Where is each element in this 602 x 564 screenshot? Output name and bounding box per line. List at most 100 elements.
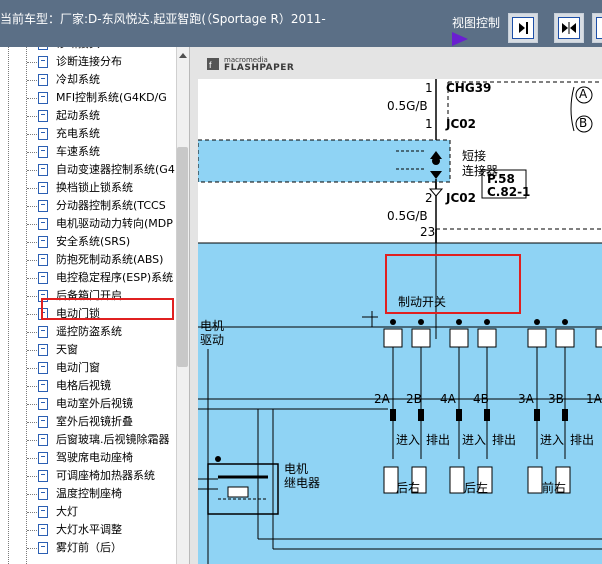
tree-connector (27, 458, 37, 459)
sidebar-item[interactable]: 分动器控制系统(TCCS (0, 197, 176, 215)
sidebar-item[interactable]: 充电系统 (0, 125, 176, 143)
sidebar-item-label: 电格后视镜 (56, 379, 111, 392)
sidebar-item-label: 自动变速器控制系统(G4 (56, 163, 175, 176)
connector-jc02-top: JC02 (446, 117, 476, 131)
wire-top: 0.5G/B (387, 99, 428, 113)
flashpaper-logo-icon: f (207, 58, 219, 70)
sidebar-item-label: 电动室外后视镜 (56, 397, 133, 410)
document-icon (38, 47, 48, 50)
sidebar-item[interactable]: 自动变速器控制系统(G4 (0, 161, 176, 179)
sidebar-item-label: 诊断连接分布 (56, 55, 122, 68)
sidebar-item[interactable]: 防抱死制动系统(ABS) (0, 251, 176, 269)
sidebar-item[interactable]: 可调座椅加热器系统 (0, 467, 176, 485)
sidebar-item[interactable]: 电动门窗 (0, 359, 176, 377)
sidebar-item[interactable]: MFI控制系统(G4KD/G (0, 89, 176, 107)
io-label: 排出 (570, 433, 595, 447)
sidebar-item[interactable]: 安全系统(SRS) (0, 233, 176, 251)
scroll-thumb[interactable] (177, 147, 188, 367)
document-icon (38, 218, 48, 230)
document-icon (38, 488, 48, 500)
document-icon (38, 164, 48, 176)
tree-connector (27, 494, 37, 495)
tree-connector (27, 206, 37, 207)
document-icon (38, 470, 48, 482)
sidebar-item-label: 雾灯前（后） (56, 541, 122, 554)
pin-label: 3A (518, 392, 534, 406)
wheel-label: 后左 (464, 481, 489, 495)
flashpaper-viewer: f macromedia FLASHPAPER CHG39 1 0.5G/B 1… (190, 47, 602, 564)
sidebar-item[interactable]: 电机驱动动力转向(MDP (0, 215, 176, 233)
sidebar-item[interactable]: 后窗玻璃.后视镜除霜器 (0, 431, 176, 449)
io-label: 排出 (492, 433, 517, 447)
pin-label: 4B (473, 392, 489, 406)
io-label: 进入 (462, 433, 487, 447)
document-icon (38, 434, 48, 446)
tree-connector (27, 260, 37, 261)
sidebar-item-label: MFI控制系统(G4KD/G (56, 91, 167, 104)
sidebar-item-label: 冷却系统 (56, 73, 100, 86)
document-icon (38, 344, 48, 356)
sidebar-item[interactable]: 起动系统 (0, 107, 176, 125)
model-tree-sidebar: 诊断接头诊断连接分布冷却系统 MFI控制系统(G4KD/G 起动系统充电系统车速系统… (0, 47, 190, 564)
connector-jc02-bottom: JC02 (446, 191, 476, 205)
document-icon (38, 200, 48, 212)
arrow-right-bar-icon (512, 17, 534, 39)
tree-connector (27, 224, 37, 225)
document-icon (38, 506, 48, 518)
sidebar-item[interactable]: 大灯水平调整 (0, 521, 176, 539)
tree-connector (27, 170, 37, 171)
document-icon (38, 398, 48, 410)
document-icon (38, 128, 48, 140)
sidebar-item[interactable]: 温度控制座椅 (0, 485, 176, 503)
tree-connector (27, 422, 37, 423)
sidebar-item[interactable]: 换档锁止锁系统 (0, 179, 176, 197)
sidebar-item[interactable]: 雾灯前（后） (0, 539, 176, 557)
sidebar-item[interactable]: 驾驶席电动座椅 (0, 449, 176, 467)
sidebar-item-label: 大灯 (56, 505, 78, 518)
fit-page-button[interactable] (592, 13, 602, 43)
sidebar-item[interactable]: 电格后视镜 (0, 377, 176, 395)
sidebar-item[interactable]: 诊断连接分布 (0, 53, 176, 71)
sidebar-item-label: 室外后视镜折叠 (56, 415, 133, 428)
scroll-up-arrow-icon[interactable] (179, 53, 187, 58)
brake-switch-label[interactable]: 制动开关 (398, 293, 446, 310)
sidebar-item[interactable]: 冷却系统 (0, 71, 176, 89)
view-control-arrow-icon[interactable] (452, 32, 468, 46)
fit-width-button[interactable] (554, 13, 584, 43)
document-icon (38, 362, 48, 374)
tree-connector (27, 242, 37, 243)
sidebar-item-label: 后窗玻璃.后视镜除霜器 (56, 433, 170, 446)
next-page-button[interactable] (508, 13, 538, 43)
sidebar-item-label: 天窗 (56, 343, 78, 356)
arrows-outward-icon (596, 17, 602, 39)
brand-main: FLASHPAPER (224, 63, 295, 73)
document-icon (38, 524, 48, 536)
sidebar-item[interactable]: 车速系统 (0, 143, 176, 161)
document-icon (38, 236, 48, 248)
document-icon (38, 380, 48, 392)
pin-label: 4A (440, 392, 456, 406)
pin-jc02-bottom: 2 (425, 191, 433, 205)
sidebar-item-label: 车速系统 (56, 145, 100, 158)
sidebar-item[interactable]: 大灯 (0, 503, 176, 521)
sidebar-item-label: 充电系统 (56, 127, 100, 140)
sidebar-item[interactable]: 电动室外后视镜 (0, 395, 176, 413)
sidebar-item[interactable]: 天窗 (0, 341, 176, 359)
sidebar-item-label: 大灯水平调整 (56, 523, 122, 536)
tree-connector (27, 296, 37, 297)
document-icon (38, 56, 48, 68)
tree-connector (27, 404, 37, 405)
motor-relay-label: 电机 继电器 (284, 462, 321, 490)
sidebar-item-label: 驾驶席电动座椅 (56, 451, 133, 464)
sidebar-item[interactable]: 室外后视镜折叠 (0, 413, 176, 431)
sidebar-item-label: 电机驱动动力转向(MDP (56, 217, 173, 230)
tree-connector (27, 62, 37, 63)
ref-code: C.82-1 (487, 185, 531, 199)
top-bar: 当前车型：厂家:D-东风悦达.起亚智跑(（Sportage R）2011- 视图… (0, 0, 602, 47)
vehicle-model-title: 当前车型：厂家:D-东风悦达.起亚智跑(（Sportage R）2011- (0, 12, 326, 26)
tree-connector (27, 548, 37, 549)
pin-label: 2A (374, 392, 390, 406)
sidebar-item[interactable]: 遥控防盗系统 (0, 323, 176, 341)
tree-connector (27, 350, 37, 351)
sidebar-item[interactable]: 电控稳定程序(ESP)系统 (0, 269, 176, 287)
